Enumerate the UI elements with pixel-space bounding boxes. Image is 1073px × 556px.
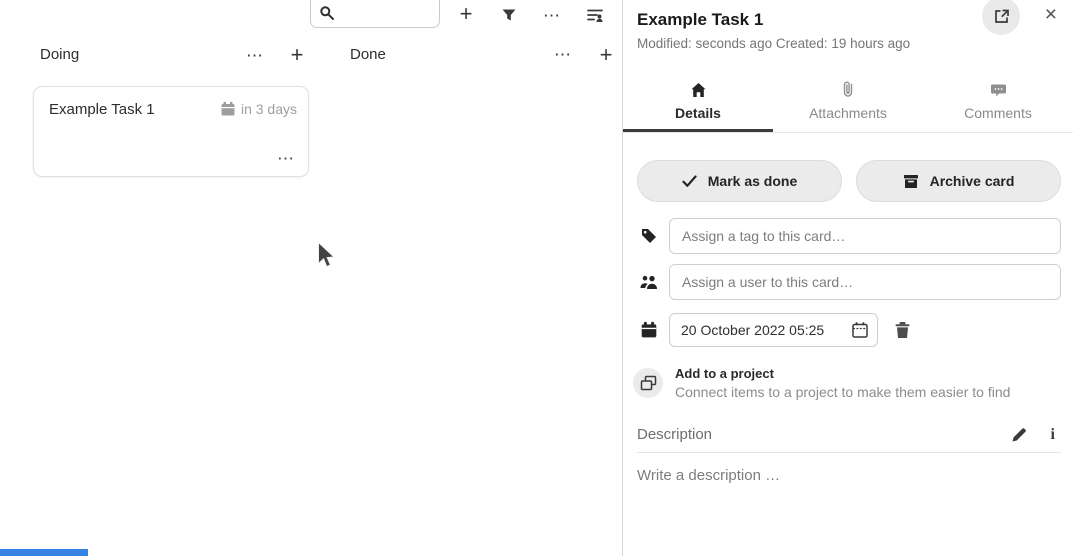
column-done-add-button[interactable]: + bbox=[593, 42, 619, 68]
card-title: Example Task 1 bbox=[49, 101, 155, 118]
kanban-board: + ⋯ Doing ⋯ + Done ⋯ bbox=[0, 0, 622, 556]
open-external-icon bbox=[993, 8, 1010, 25]
search-box bbox=[310, 0, 440, 28]
due-date-value: 20 October 2022 05:25 bbox=[681, 322, 851, 338]
tab-attachments[interactable]: Attachments bbox=[773, 72, 923, 132]
action-row: Mark as done Archive card bbox=[637, 160, 1061, 202]
tab-comments-label: Comments bbox=[923, 105, 1073, 129]
due-date-row: 20 October 2022 05:25 bbox=[637, 313, 1061, 347]
card-menu-button[interactable]: ⋯ bbox=[277, 150, 295, 167]
horizontal-scrollbar-thumb[interactable] bbox=[0, 549, 88, 556]
project-title: Add to a project bbox=[675, 366, 1010, 381]
mark-as-done-label: Mark as done bbox=[708, 173, 797, 189]
more-icon: ⋯ bbox=[554, 46, 572, 63]
column-title-doing: Doing bbox=[40, 46, 79, 63]
calendar-icon bbox=[220, 101, 236, 117]
more-icon: ⋯ bbox=[246, 47, 264, 64]
assign-tag-input[interactable] bbox=[669, 218, 1061, 254]
mouse-cursor bbox=[317, 241, 336, 270]
tab-details[interactable]: Details bbox=[623, 72, 773, 132]
tab-comments[interactable]: Comments bbox=[923, 72, 1073, 132]
calendar-icon bbox=[637, 321, 661, 339]
tab-attachments-label: Attachments bbox=[773, 105, 923, 129]
edit-description-button[interactable] bbox=[1011, 427, 1027, 443]
project-icon-circle bbox=[633, 368, 663, 398]
calendar-outline-icon bbox=[851, 321, 869, 339]
check-icon bbox=[682, 175, 697, 188]
column-doing-add-button[interactable]: + bbox=[284, 42, 310, 68]
add-card-button[interactable]: + bbox=[453, 1, 479, 27]
remove-date-button[interactable] bbox=[894, 321, 911, 339]
assign-user-input[interactable] bbox=[669, 264, 1061, 300]
tag-row bbox=[637, 218, 1061, 254]
project-text: Add to a project Connect items to a proj… bbox=[675, 366, 1010, 400]
description-actions: i bbox=[1011, 427, 1061, 443]
close-icon: × bbox=[1045, 3, 1057, 26]
description-placeholder[interactable]: Write a description … bbox=[637, 467, 1061, 484]
column-done-menu-button[interactable]: ⋯ bbox=[550, 41, 576, 67]
archive-card-label: Archive card bbox=[930, 173, 1015, 189]
plus-icon: + bbox=[460, 3, 473, 25]
comments-icon bbox=[923, 80, 1073, 98]
column-title-done: Done bbox=[350, 46, 386, 63]
panel-header: Example Task 1 Modified: seconds ago Cre… bbox=[623, 0, 1073, 51]
card-due-label: in 3 days bbox=[241, 101, 297, 117]
filter-button[interactable] bbox=[496, 2, 522, 28]
panel-body: Mark as done Archive card bbox=[623, 160, 1073, 484]
filter-icon bbox=[501, 7, 517, 23]
panel-tabs: Details Attachments bbox=[623, 72, 1073, 133]
plus-icon: + bbox=[291, 44, 304, 66]
card-due-date: in 3 days bbox=[220, 101, 297, 117]
archive-card-button[interactable]: Archive card bbox=[856, 160, 1061, 202]
users-icon bbox=[637, 274, 661, 290]
due-date-field[interactable]: 20 October 2022 05:25 bbox=[669, 313, 878, 347]
open-calendar-button[interactable] bbox=[851, 321, 869, 339]
paperclip-icon bbox=[773, 80, 923, 98]
board-menu-button[interactable]: ⋯ bbox=[539, 2, 565, 28]
archive-icon bbox=[903, 174, 919, 189]
project-subtitle: Connect items to a project to make them … bbox=[675, 384, 1010, 400]
more-icon: ⋯ bbox=[543, 7, 561, 24]
description-header: Description i bbox=[637, 426, 1061, 453]
add-to-project-row[interactable]: Add to a project Connect items to a proj… bbox=[633, 366, 1061, 400]
project-windows-icon bbox=[640, 375, 657, 391]
popout-button[interactable] bbox=[982, 0, 1020, 35]
info-icon[interactable]: i bbox=[1051, 427, 1055, 443]
search-input[interactable] bbox=[339, 1, 435, 25]
task-card[interactable]: Example Task 1 in 3 days ⋯ bbox=[33, 86, 309, 177]
card-detail-panel: Example Task 1 Modified: seconds ago Cre… bbox=[622, 0, 1073, 556]
home-icon bbox=[623, 80, 773, 98]
app-window: + ⋯ Doing ⋯ + Done ⋯ bbox=[0, 0, 1073, 556]
mark-as-done-button[interactable]: Mark as done bbox=[637, 160, 842, 202]
pencil-icon bbox=[1011, 427, 1027, 443]
plus-icon: + bbox=[600, 44, 613, 66]
search-icon bbox=[319, 5, 335, 21]
user-row bbox=[637, 264, 1061, 300]
tag-icon bbox=[637, 227, 661, 245]
description-label: Description bbox=[637, 426, 1011, 443]
trash-icon bbox=[894, 321, 911, 339]
panel-title: Example Task 1 bbox=[637, 10, 973, 30]
sort-tasks-button[interactable] bbox=[582, 2, 608, 28]
panel-meta: Modified: seconds ago Created: 19 hours … bbox=[637, 36, 973, 51]
sort-tasks-icon bbox=[586, 7, 604, 23]
tab-details-label: Details bbox=[623, 105, 773, 129]
close-button[interactable]: × bbox=[1045, 4, 1057, 25]
column-doing-menu-button[interactable]: ⋯ bbox=[242, 42, 268, 68]
